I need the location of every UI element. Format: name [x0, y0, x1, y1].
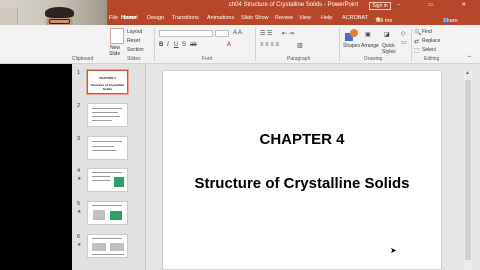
thumbnail-row[interactable]: 2: [72, 103, 146, 131]
editing-group-label: Editing: [424, 56, 440, 62]
layout-button[interactable]: Layout: [127, 29, 142, 35]
slide-thumbnail-2[interactable]: [87, 103, 128, 127]
reset-button[interactable]: Reset: [127, 38, 140, 44]
bold-icon[interactable]: B: [159, 42, 163, 48]
title-bar: ch04 Structure of Crystalline Solids - P…: [107, 0, 480, 12]
slides-group-label: Slides: [127, 56, 141, 62]
current-slide[interactable]: CHAPTER 4 Structure of Crystalline Solid…: [162, 70, 442, 270]
slide-number: 2: [77, 103, 81, 109]
slide-thumbnail-6[interactable]: [87, 234, 128, 258]
slide-title[interactable]: CHAPTER 4: [163, 131, 441, 148]
ribbon-clipboard-area: Clipboard: [0, 25, 107, 64]
drawing-group-label: Drawing: [364, 56, 383, 62]
slide-thumbnail-pane[interactable]: 1 CHAPTER 4 Structure of Crystalline Sol…: [72, 64, 146, 270]
font-group-label: Font: [202, 56, 213, 62]
tab-transitions[interactable]: Transitions: [172, 15, 199, 21]
vertical-scrollbar[interactable]: ▲: [464, 70, 472, 270]
find-button[interactable]: Find: [422, 29, 432, 35]
shape-outline-icon[interactable]: ▭: [401, 39, 407, 46]
scrollbar-thumb[interactable]: [465, 80, 471, 260]
strikethrough-icon[interactable]: ab: [190, 42, 197, 48]
quick-styles-button-line2[interactable]: Styles: [382, 49, 396, 55]
animation-star-icon: ★: [77, 209, 82, 215]
new-slide-button-line2[interactable]: Slide: [109, 51, 120, 57]
tab-help[interactable]: Help: [321, 15, 332, 21]
slide-number: 6: [77, 234, 81, 240]
home-ribbon: New Slide Layout Reset Section Slides A …: [107, 25, 480, 64]
ribbon-separator: [154, 28, 155, 61]
select-icon[interactable]: ⬚: [414, 47, 420, 54]
animation-star-icon: ★: [77, 242, 82, 248]
tab-acrobat[interactable]: ACROBAT: [342, 15, 368, 21]
arrange-icon[interactable]: ▣: [365, 31, 371, 38]
indent-icon[interactable]: ⇤ ⇥: [282, 30, 294, 37]
replace-button[interactable]: Replace: [422, 38, 440, 44]
font-size-box[interactable]: [215, 30, 229, 37]
clipboard-group-label: Clipboard: [72, 56, 94, 62]
slide-number: 4: [77, 168, 81, 174]
mouse-cursor-icon: ➤: [390, 246, 397, 255]
collapse-ribbon-icon[interactable]: ⌃: [467, 55, 472, 62]
shapes-button[interactable]: Shapes: [343, 43, 360, 49]
section-button[interactable]: Section: [127, 47, 144, 53]
ribbon-tabs: File Home Insert Design Transitions Anim…: [107, 12, 480, 25]
find-icon[interactable]: 🔍: [414, 29, 421, 36]
tab-design[interactable]: Design: [147, 15, 164, 21]
ribbon-separator: [255, 28, 256, 61]
new-slide-icon[interactable]: [110, 28, 124, 44]
slide-number: 3: [77, 136, 81, 142]
italic-icon[interactable]: I: [167, 42, 169, 48]
select-button[interactable]: Select: [422, 47, 436, 53]
thumbnail-row[interactable]: 1 CHAPTER 4 Structure of Crystalline Sol…: [72, 69, 146, 98]
tab-animations[interactable]: Animations: [207, 15, 234, 21]
underline-icon[interactable]: U: [174, 42, 178, 48]
slide-thumbnail-1[interactable]: CHAPTER 4 Structure of Crystalline Solid…: [86, 69, 129, 95]
ribbon-separator: [411, 28, 412, 61]
tab-view[interactable]: View: [299, 15, 311, 21]
paragraph-group-label: Paragraph: [287, 56, 311, 62]
tab-file[interactable]: File: [109, 15, 118, 21]
thumbnail-title: CHAPTER 4: [98, 76, 116, 80]
thumbnail-row[interactable]: 6 ★: [72, 234, 146, 262]
quick-styles-icon[interactable]: ◪: [384, 31, 390, 38]
sign-in-button[interactable]: Sign in: [369, 2, 391, 10]
slide-number: 1: [77, 70, 81, 76]
shapes-icon[interactable]: [345, 29, 359, 41]
slide-thumbnail-3[interactable]: [87, 136, 128, 160]
slide-thumbnail-5[interactable]: [87, 201, 128, 225]
font-color-icon[interactable]: A: [227, 42, 231, 48]
arrange-button[interactable]: Arrange: [361, 43, 379, 49]
tab-review[interactable]: Review: [275, 15, 293, 21]
animation-star-icon: ★: [77, 176, 82, 182]
powerpoint-screen: ch04 Structure of Crystalline Solids - P…: [0, 0, 480, 270]
ribbon-separator: [339, 28, 340, 61]
scroll-up-icon[interactable]: ▲: [465, 70, 470, 76]
slide-thumbnail-4[interactable]: [87, 168, 128, 192]
bullets-icon[interactable]: ☰ ☰: [260, 30, 272, 37]
tab-slide-show[interactable]: Slide Show: [241, 15, 269, 21]
font-name-box[interactable]: [159, 30, 213, 37]
thumbnail-row[interactable]: 5 ★: [72, 201, 146, 229]
align-icons[interactable]: ≡ ≡ ≡ ≡: [260, 42, 279, 48]
slide-subtitle[interactable]: Structure of Crystalline Solids: [163, 175, 441, 192]
thumbnail-row[interactable]: 4 ★: [72, 168, 146, 196]
columns-icon[interactable]: ▥: [297, 42, 303, 49]
shadow-icon[interactable]: S: [182, 42, 186, 48]
screen-margin: [0, 64, 72, 270]
thumbnail-subtitle: Structure of Crystalline Solids: [90, 83, 125, 91]
window-controls[interactable]: – ▭ ✕: [397, 1, 479, 8]
tab-insert[interactable]: Insert: [124, 15, 138, 21]
slide-editing-pane: CHAPTER 4 Structure of Crystalline Solid…: [146, 64, 480, 270]
font-size-arrows-icon[interactable]: A A: [233, 30, 242, 36]
slide-number: 5: [77, 201, 81, 207]
thumbnail-row[interactable]: 3: [72, 136, 146, 164]
replace-icon[interactable]: ⇄: [414, 38, 419, 45]
shape-fill-icon[interactable]: ◇: [401, 30, 406, 37]
